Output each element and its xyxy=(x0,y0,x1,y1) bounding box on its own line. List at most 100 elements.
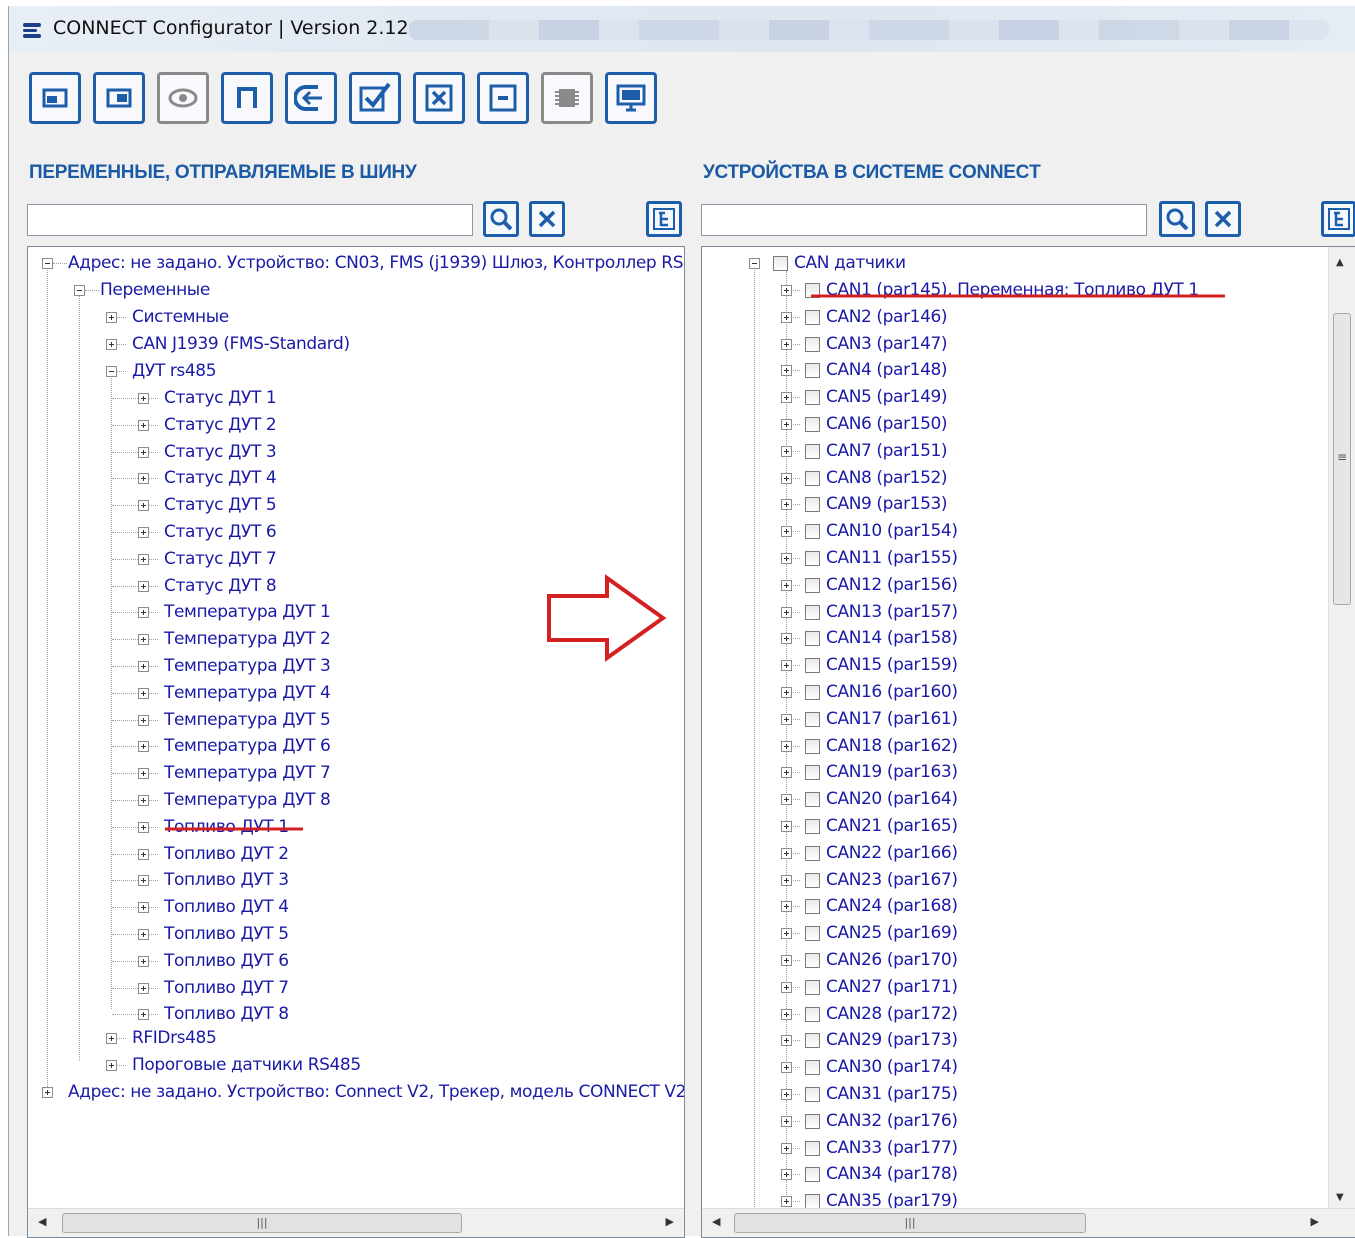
right-search-input[interactable] xyxy=(701,204,1147,236)
tree-expand-toggle[interactable] xyxy=(138,607,149,619)
tree-expand-toggle[interactable] xyxy=(138,687,149,699)
checkbox[interactable] xyxy=(805,336,820,352)
tree-expand-toggle[interactable] xyxy=(781,499,792,511)
cancel-button[interactable] xyxy=(413,72,465,124)
tree-expand-toggle[interactable] xyxy=(781,526,792,538)
tree-node-rfid[interactable]: RFIDrs485 xyxy=(132,1025,217,1051)
tree-node-can-item[interactable]: CAN20 (par164) xyxy=(826,786,958,812)
tree-expand-toggle[interactable] xyxy=(138,419,149,431)
checkbox[interactable] xyxy=(805,953,820,968)
checkbox[interactable] xyxy=(805,899,820,915)
tree-node-dut-item[interactable]: Топливо ДУТ 1 xyxy=(164,814,289,840)
checkbox[interactable] xyxy=(805,1033,820,1049)
checkbox[interactable] xyxy=(805,872,820,888)
tree-expand-toggle[interactable] xyxy=(138,902,149,914)
tree-node-can-item[interactable]: CAN10 (par154) xyxy=(826,518,958,544)
right-vertical-scrollbar[interactable]: ▲ ≡ ▼ xyxy=(1328,247,1355,1209)
tree-expand-toggle[interactable] xyxy=(138,500,149,512)
tree-node-can-j1939[interactable]: CAN J1939 (FMS-Standard) xyxy=(132,331,350,357)
checkbox[interactable] xyxy=(773,256,788,271)
checkbox[interactable] xyxy=(805,390,820,406)
tree-expand-toggle[interactable] xyxy=(138,553,149,565)
tree-expand-toggle[interactable] xyxy=(781,874,792,886)
tree-node-dut-item[interactable]: Топливо ДУТ 7 xyxy=(164,975,289,1001)
tree-expand-toggle[interactable] xyxy=(138,527,149,538)
checkbox[interactable] xyxy=(805,417,820,432)
right-clear-button[interactable] xyxy=(1205,201,1241,237)
checkbox[interactable] xyxy=(805,1060,820,1076)
tree-node-dut-item[interactable]: Температура ДУТ 6 xyxy=(164,733,331,759)
tree-expand-toggle[interactable] xyxy=(138,768,149,780)
scroll-left-arrow-icon[interactable]: ◀ xyxy=(712,1215,720,1228)
tree-expand-toggle[interactable] xyxy=(42,1087,53,1098)
tree-expand-toggle[interactable] xyxy=(781,847,792,859)
tree-expand-toggle[interactable] xyxy=(138,393,149,404)
checkbox[interactable] xyxy=(805,819,820,834)
tree-expand-toggle[interactable] xyxy=(781,1196,792,1208)
checkbox[interactable] xyxy=(805,1113,820,1129)
tree-node-can-item[interactable]: CAN5 (par149) xyxy=(826,384,948,410)
tree-expand-toggle[interactable] xyxy=(781,794,792,806)
left-search-input[interactable] xyxy=(27,204,473,236)
left-tree-button[interactable] xyxy=(646,201,682,237)
tree-expand-toggle[interactable] xyxy=(781,285,792,296)
checkbox[interactable] xyxy=(805,1140,820,1156)
tree-node-can-item[interactable]: CAN32 (par176) xyxy=(826,1108,958,1134)
tree-expand-toggle[interactable] xyxy=(781,472,792,484)
tree-node-can-item[interactable]: CAN18 (par162) xyxy=(826,733,958,759)
tree-expand-toggle[interactable] xyxy=(138,741,149,753)
tree-node-can-item[interactable]: CAN8 (par152) xyxy=(826,465,948,491)
tree-expand-toggle[interactable] xyxy=(781,687,792,698)
tree-node-dut-item[interactable]: Топливо ДУТ 5 xyxy=(164,921,289,947)
tree-expand-toggle[interactable] xyxy=(138,1009,149,1021)
checkbox[interactable] xyxy=(805,524,820,540)
back-button[interactable] xyxy=(285,72,337,124)
checkbox[interactable] xyxy=(805,1167,820,1183)
tree-node-dut-item[interactable]: Топливо ДУТ 4 xyxy=(164,894,289,920)
checkbox[interactable] xyxy=(805,685,820,700)
scroll-down-arrow-icon[interactable]: ▼ xyxy=(1336,1192,1344,1203)
tree-expand-toggle[interactable] xyxy=(138,446,149,458)
checkbox[interactable] xyxy=(805,926,820,942)
scroll-right-arrow-icon[interactable]: ▶ xyxy=(1311,1215,1319,1228)
checkbox[interactable] xyxy=(805,551,820,566)
tree-expand-toggle[interactable] xyxy=(781,955,792,966)
left-search-button[interactable] xyxy=(483,201,519,237)
tree-expand-toggle[interactable] xyxy=(781,1142,792,1154)
scroll-right-arrow-icon[interactable]: ▶ xyxy=(666,1215,674,1228)
tree-expand-toggle[interactable] xyxy=(781,606,792,618)
tree-expand-toggle[interactable] xyxy=(106,1033,117,1044)
tree-node-can-sensors[interactable]: CAN датчики xyxy=(794,250,906,276)
tree-node-dut-item[interactable]: Температура ДУТ 8 xyxy=(164,787,331,813)
tree-expand-toggle[interactable] xyxy=(781,311,792,323)
left-horizontal-scrollbar[interactable]: ◀ ||| ▶ xyxy=(28,1208,684,1237)
checkbox[interactable] xyxy=(805,631,820,647)
checkbox[interactable] xyxy=(805,792,820,808)
tree-expand-toggle[interactable] xyxy=(781,740,792,752)
tree-expand-toggle[interactable] xyxy=(781,1169,792,1181)
view-button[interactable] xyxy=(157,72,209,124)
tree-collapse-toggle[interactable] xyxy=(42,258,53,269)
device-button[interactable] xyxy=(541,72,593,124)
checkbox[interactable] xyxy=(805,443,820,459)
tree-expand-toggle[interactable] xyxy=(138,821,149,833)
tree-node-dut-rs485[interactable]: ДУТ rs485 xyxy=(132,358,217,384)
tree-expand-toggle[interactable] xyxy=(138,473,149,485)
tree-expand-toggle[interactable] xyxy=(781,633,792,645)
right-tree-button[interactable] xyxy=(1321,201,1355,237)
checkbox[interactable] xyxy=(805,738,820,754)
tree-node-dut-item[interactable]: Статус ДУТ 3 xyxy=(164,439,277,465)
tree-node-can-item[interactable]: CAN27 (par171) xyxy=(826,974,958,1000)
checkbox[interactable] xyxy=(805,604,820,620)
remove-button[interactable] xyxy=(477,72,529,124)
tree-node-can-item[interactable]: CAN21 (par165) xyxy=(826,813,958,839)
tree-node-dut-item[interactable]: Статус ДУТ 8 xyxy=(164,573,277,599)
tree-expand-toggle[interactable] xyxy=(138,982,149,994)
tree-node-can-item[interactable]: CAN15 (par159) xyxy=(826,652,958,678)
tree-expand-toggle[interactable] xyxy=(781,713,792,725)
open-file-button[interactable] xyxy=(29,72,81,124)
scroll-thumb[interactable]: ≡ xyxy=(1333,313,1351,605)
tree-expand-toggle[interactable] xyxy=(781,928,792,940)
apply-button[interactable] xyxy=(349,72,401,124)
tree-node-can-item[interactable]: CAN26 (par170) xyxy=(826,947,958,973)
